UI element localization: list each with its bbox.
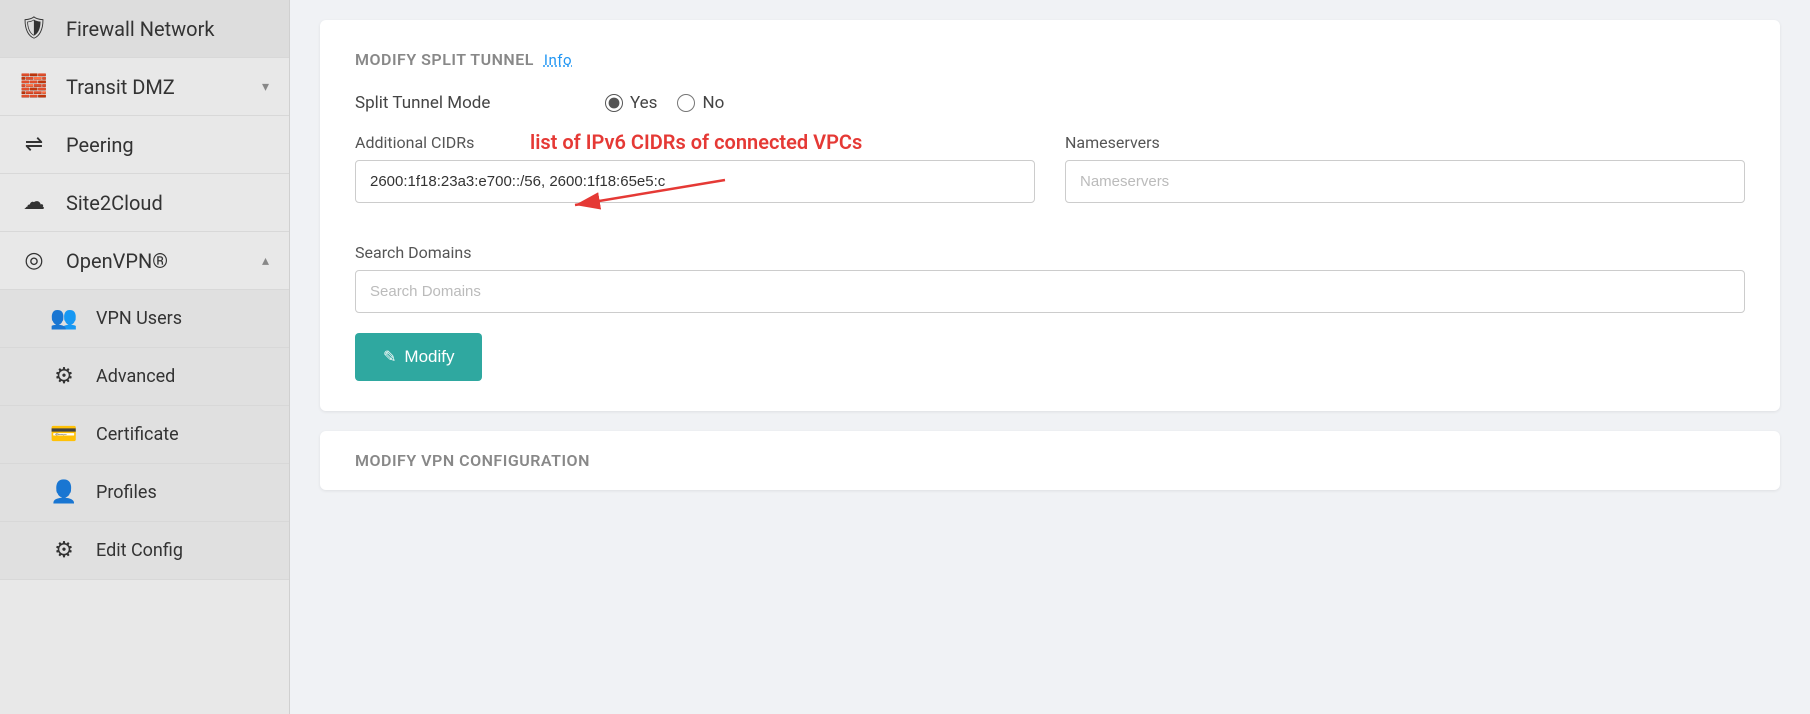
chevron-up-icon: ▴ [262, 253, 269, 269]
site2cloud-icon: ☁ [20, 190, 48, 215]
modify-vpn-config-title: MODIFY VPN CONFIGURATION [355, 451, 590, 470]
sidebar-item-label: Peering [66, 133, 134, 157]
sidebar-item-edit-config[interactable]: ⚙ Edit Config [0, 522, 289, 580]
sidebar-item-profiles[interactable]: 👤 Profiles [0, 464, 289, 522]
nameservers-input[interactable] [1065, 160, 1745, 203]
main-content: MODIFY SPLIT TUNNEL Info Split Tunnel Mo… [290, 0, 1810, 714]
modify-split-tunnel-card: MODIFY SPLIT TUNNEL Info Split Tunnel Mo… [320, 20, 1780, 411]
no-radio[interactable] [677, 94, 695, 112]
sidebar-item-site2cloud[interactable]: ☁ Site2Cloud [0, 174, 289, 232]
cidrs-nameservers-grid: Additional CIDRs list of IPv6 CIDRs of [355, 133, 1745, 213]
annotation-container: list of IPv6 CIDRs of connected VPCs [355, 160, 1035, 203]
sidebar-item-openvpn[interactable]: ◎ OpenVPN® ▴ [0, 232, 289, 290]
additional-cidrs-field: Additional CIDRs list of IPv6 CIDRs of [355, 133, 1035, 213]
edit-config-icon: ⚙ [50, 538, 78, 563]
modify-vpn-config-section: MODIFY VPN CONFIGURATION [320, 431, 1780, 490]
no-label: No [702, 93, 724, 113]
transit-dmz-icon: 🧱 [20, 74, 48, 99]
modify-button-label: Modify [404, 347, 454, 367]
sidebar: 🛡 Firewall Network 🧱 Transit DMZ ▾ ⇌ Pee… [0, 0, 290, 714]
vpn-users-icon: 👥 [50, 306, 78, 331]
info-link[interactable]: Info [544, 51, 572, 69]
split-tunnel-mode-label: Split Tunnel Mode [355, 93, 575, 113]
sidebar-item-vpn-users[interactable]: 👥 VPN Users [0, 290, 289, 348]
sidebar-item-label: Certificate [96, 424, 179, 445]
modify-icon: ✎ [383, 347, 396, 367]
additional-cidrs-input[interactable] [355, 160, 1035, 203]
sidebar-item-label: Firewall Network [66, 17, 214, 41]
yes-radio[interactable] [605, 94, 623, 112]
sidebar-item-label: Edit Config [96, 540, 183, 561]
card-title: MODIFY SPLIT TUNNEL Info [355, 50, 1745, 69]
sidebar-item-label: Site2Cloud [66, 191, 163, 215]
nameservers-field: Nameservers [1065, 133, 1745, 213]
no-radio-option[interactable]: No [677, 93, 724, 113]
sidebar-item-label: OpenVPN® [66, 249, 168, 273]
search-domains-input[interactable] [355, 270, 1745, 313]
split-tunnel-mode-radio-group: Yes No [605, 93, 724, 113]
firewall-icon: 🛡 [20, 16, 48, 41]
search-domains-label: Search Domains [355, 243, 1745, 262]
sidebar-item-label: Profiles [96, 482, 157, 503]
yes-radio-option[interactable]: Yes [605, 93, 657, 113]
sidebar-item-certificate[interactable]: 💳 Certificate [0, 406, 289, 464]
sidebar-item-label: Advanced [96, 366, 175, 387]
certificate-icon: 💳 [50, 422, 78, 447]
modify-button[interactable]: ✎ Modify [355, 333, 482, 381]
additional-cidrs-label: Additional CIDRs [355, 133, 1035, 152]
profiles-icon: 👤 [50, 480, 78, 505]
search-domains-field: Search Domains [355, 243, 1745, 313]
modify-split-tunnel-title: MODIFY SPLIT TUNNEL [355, 50, 534, 69]
sidebar-item-advanced[interactable]: ⚙ Advanced [0, 348, 289, 406]
sidebar-item-transit-dmz[interactable]: 🧱 Transit DMZ ▾ [0, 58, 289, 116]
chevron-down-icon: ▾ [262, 79, 269, 95]
yes-label: Yes [630, 93, 657, 113]
split-tunnel-mode-row: Split Tunnel Mode Yes No [355, 93, 1745, 113]
peering-icon: ⇌ [20, 132, 48, 157]
nameservers-label: Nameservers [1065, 133, 1745, 152]
sidebar-item-label: Transit DMZ [66, 75, 175, 99]
sidebar-item-label: VPN Users [96, 308, 182, 329]
sidebar-item-firewall-network[interactable]: 🛡 Firewall Network [0, 0, 289, 58]
openvpn-icon: ◎ [20, 248, 48, 273]
sidebar-item-peering[interactable]: ⇌ Peering [0, 116, 289, 174]
advanced-icon: ⚙ [50, 364, 78, 389]
